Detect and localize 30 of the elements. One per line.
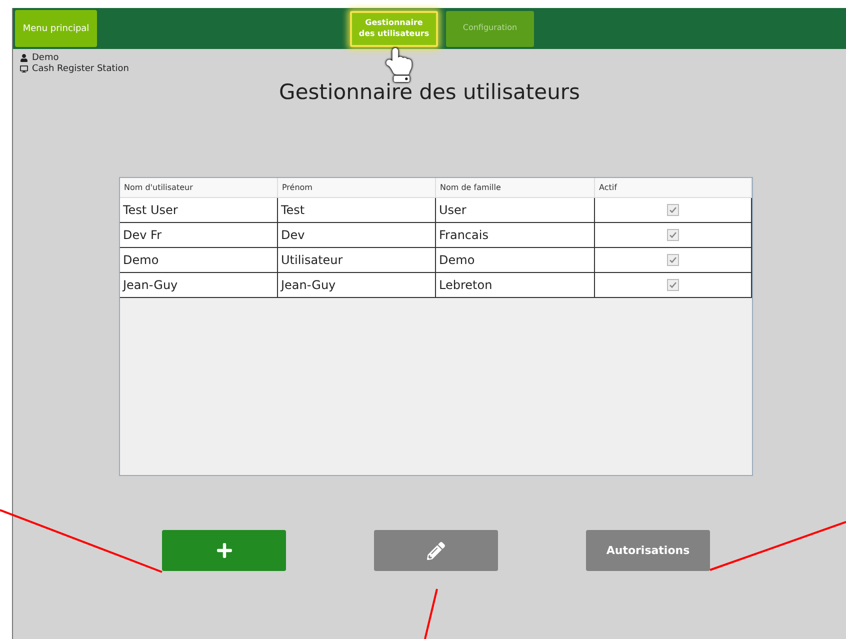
active-checkbox[interactable] [667, 279, 679, 291]
pencil-icon [427, 542, 445, 560]
table-cell: Dev [278, 223, 436, 248]
table-cell: Francais [436, 223, 595, 248]
table-cell: Jean-Guy [120, 273, 278, 298]
active-checkbox[interactable] [667, 229, 679, 241]
column-header[interactable]: Nom d'utilisateur [120, 178, 278, 198]
table-cell: Dev Fr [120, 223, 278, 248]
column-header[interactable]: Nom de famille [436, 178, 595, 198]
table-cell: Lebreton [436, 273, 595, 298]
leader-line [424, 588, 438, 639]
authorizations-button[interactable]: Autorisations [586, 530, 710, 571]
table-cell: Demo [436, 248, 595, 273]
edit-button[interactable] [374, 530, 498, 571]
table-cell: Utilisateur [278, 248, 436, 273]
table-cell: Demo [120, 248, 278, 273]
user-icon [20, 54, 28, 62]
page-title: Gestionnaire des utilisateurs [279, 80, 580, 104]
table-cell: Test [278, 198, 436, 223]
active-checkbox[interactable] [667, 254, 679, 266]
table-cell: Jean-Guy [278, 273, 436, 298]
user-name: Demo [32, 53, 59, 63]
table-cell: Test User [120, 198, 278, 223]
monitor-icon [20, 65, 28, 73]
active-checkbox[interactable] [667, 204, 679, 216]
column-header[interactable]: Actif [595, 178, 752, 198]
table-cell: User [436, 198, 595, 223]
plus-icon [216, 542, 232, 559]
station-name: Cash Register Station [32, 64, 129, 74]
column-header[interactable]: Prénom [278, 178, 436, 198]
